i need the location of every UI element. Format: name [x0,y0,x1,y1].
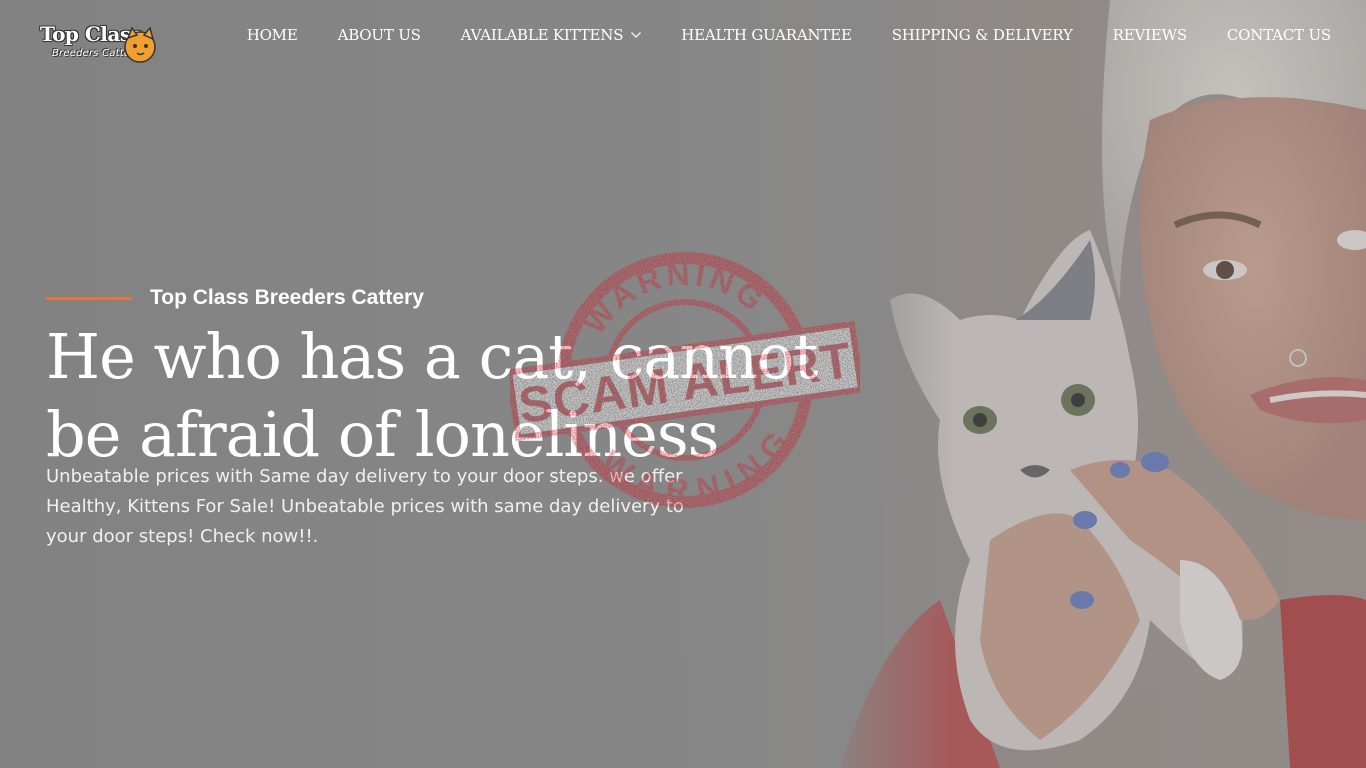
nav-contact-us[interactable]: CONTACT US [1207,26,1331,44]
hero-subtitle: Top Class Breeders Cattery [150,286,424,309]
nav-contact-us-label: CONTACT US [1226,26,1331,44]
nav-health-guarantee[interactable]: HEALTH GUARANTEE [661,26,871,44]
scam-alert-stamp: WARNING WARNING SCAM ALERT [510,250,860,510]
nav-shipping-delivery-label: SHIPPING & DELIVERY [891,26,1073,44]
nav-reviews-label: REVIEWS [1112,26,1187,44]
hero-photo-woman-with-kitten [820,0,1366,768]
nav-health-guarantee-label: HEALTH GUARANTEE [681,26,852,44]
nav-reviews[interactable]: REVIEWS [1093,26,1207,44]
nav-home[interactable]: HOME [227,26,318,44]
nav-available-kittens[interactable]: AVAILABLE KITTENS [441,26,662,44]
accent-divider [46,296,132,300]
site-header: Top Class Breeders Cattery HOME ABOUT US… [0,0,1366,74]
nav-available-kittens-label: AVAILABLE KITTENS [460,26,624,44]
cat-logo-icon [124,26,156,63]
nav-home-label: HOME [246,26,298,44]
site-logo[interactable]: Top Class Breeders Cattery [40,22,162,68]
hero-subtitle-row: Top Class Breeders Cattery [46,286,424,310]
nav-about-us[interactable]: ABOUT US [318,26,441,44]
nav-about-us-label: ABOUT US [337,26,421,44]
nav-shipping-delivery[interactable]: SHIPPING & DELIVERY [872,26,1093,44]
chevron-down-icon [631,32,642,38]
main-navigation: HOME ABOUT US AVAILABLE KITTENS HEALTH G… [227,26,1332,44]
